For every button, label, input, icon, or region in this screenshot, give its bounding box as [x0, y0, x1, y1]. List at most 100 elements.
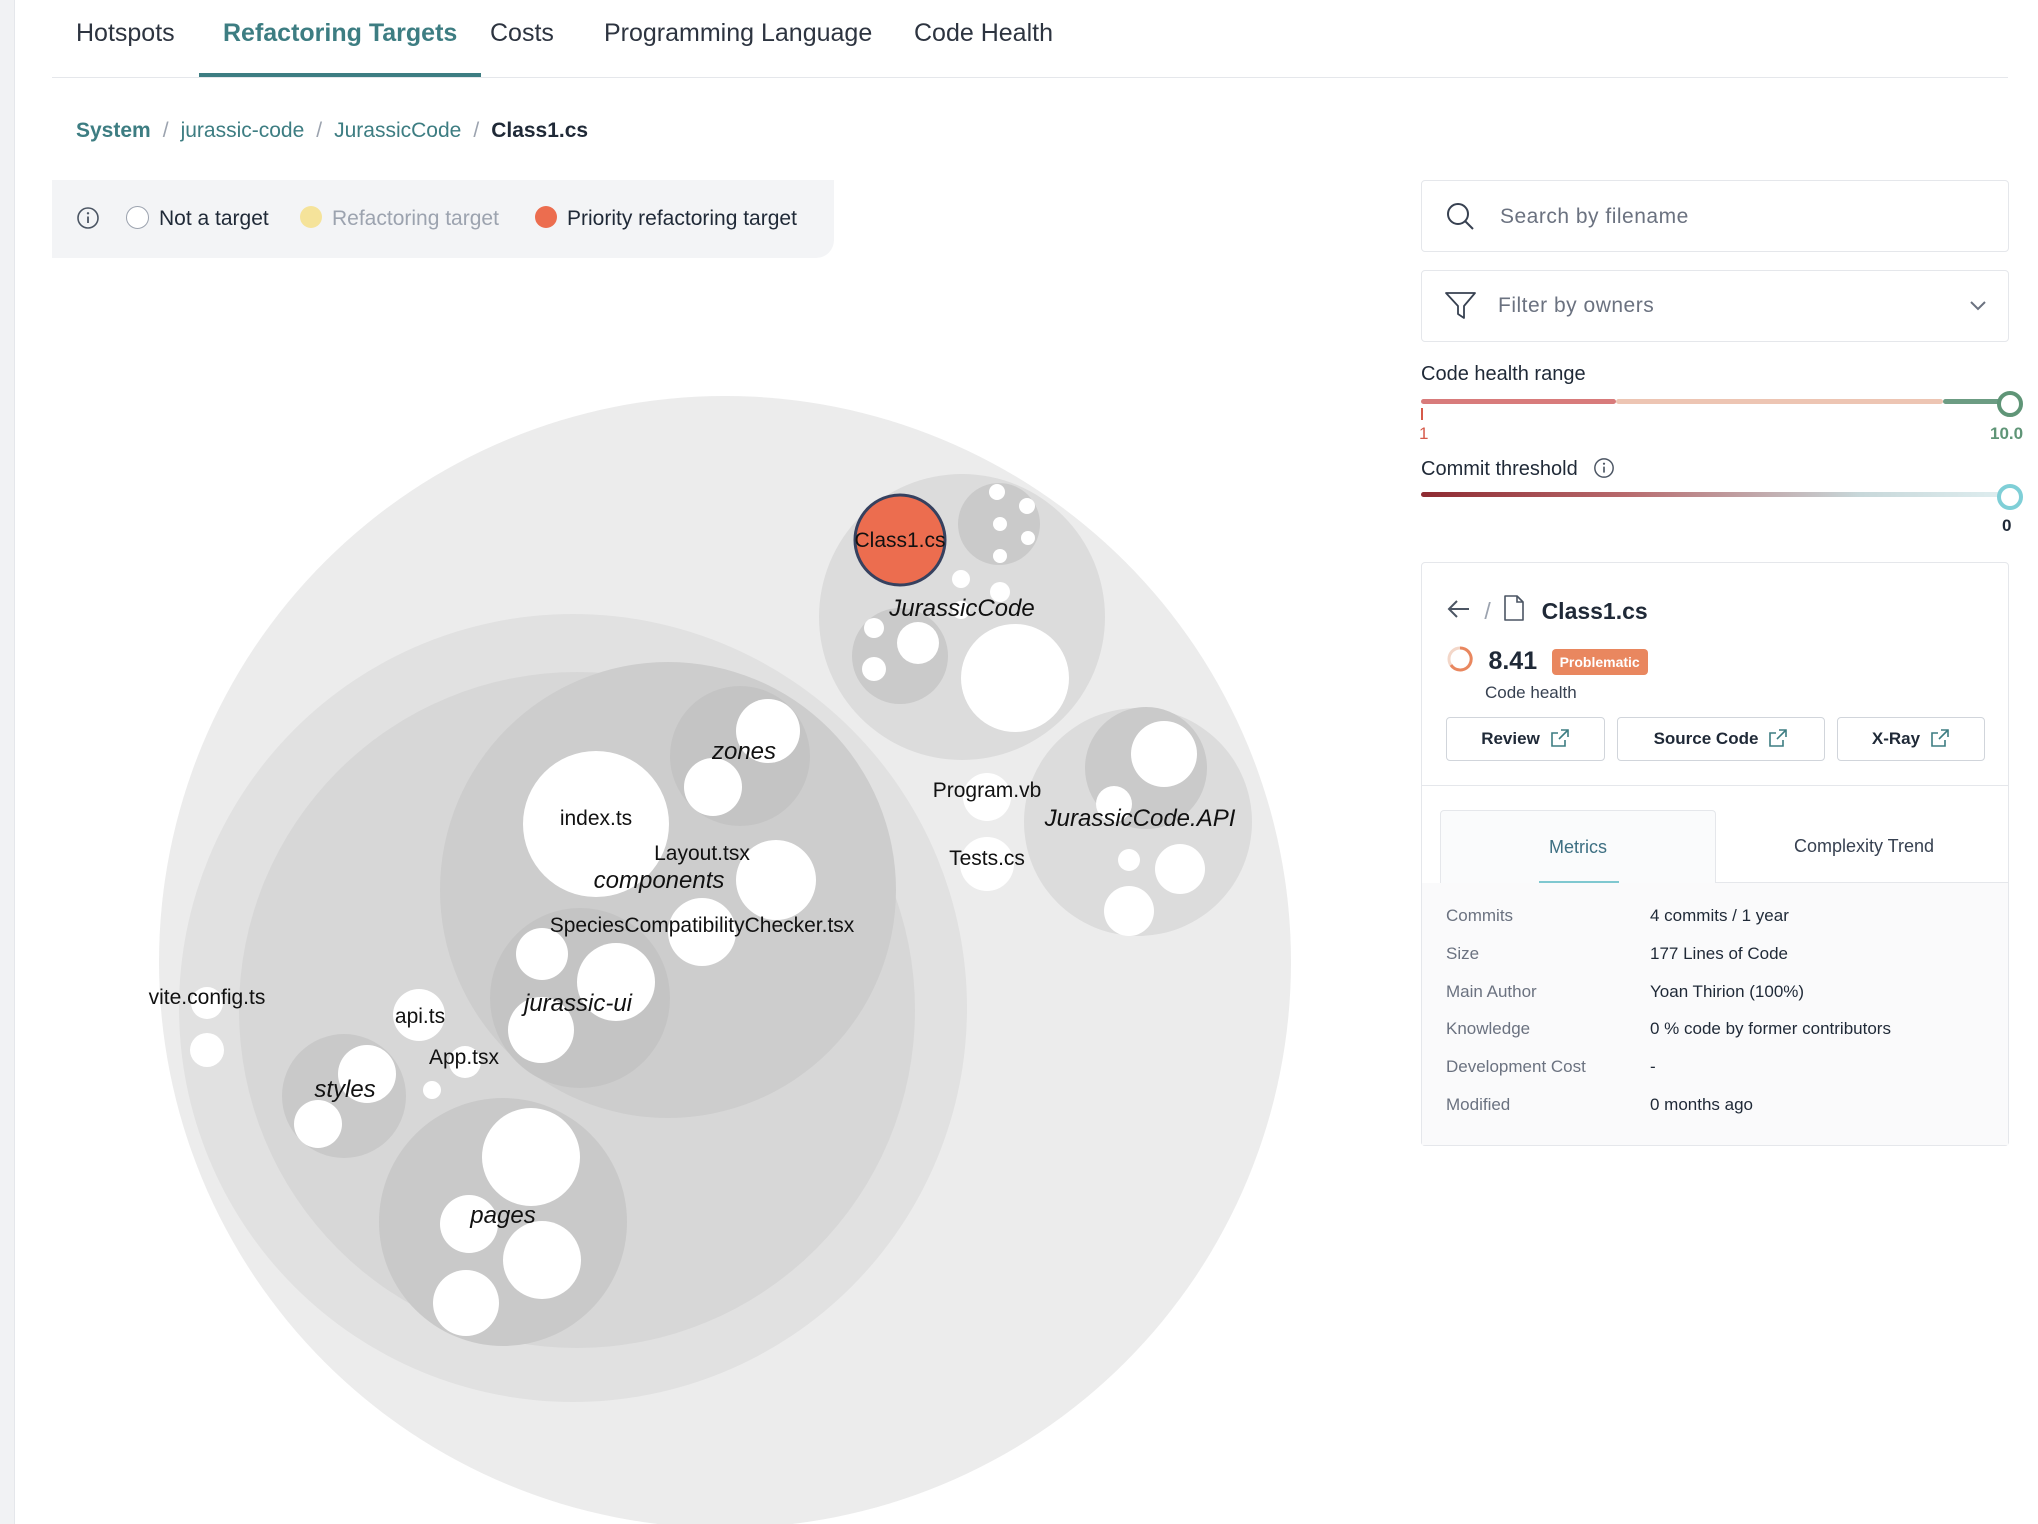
- code-health-value: 8.41: [1488, 647, 1538, 675]
- chevron-down-icon: [1966, 293, 1990, 322]
- file-circle[interactable]: [1131, 721, 1197, 787]
- filter-placeholder: Filter by owners: [1498, 294, 1655, 317]
- file-circle[interactable]: [1104, 886, 1154, 936]
- commit-threshold-handle[interactable]: [1997, 484, 2023, 510]
- file-circle[interactable]: [1021, 531, 1035, 545]
- file-circle[interactable]: [1155, 844, 1205, 894]
- tab-programming-language[interactable]: Programming Language: [580, 0, 896, 76]
- legend-label: Not a target: [159, 207, 269, 230]
- file-detail-card: / Class1.cs 8.41 Problematic Code health…: [1421, 562, 2009, 1146]
- metric-key: Development Cost: [1446, 1057, 1586, 1076]
- file-circle[interactable]: [897, 622, 939, 664]
- label-folder-pages: pages: [469, 1202, 535, 1229]
- breadcrumb-folder[interactable]: JurassicCode: [334, 119, 461, 142]
- metric-value: 177 Lines of Code: [1650, 944, 1788, 963]
- label-api-ts: api.ts: [395, 1005, 445, 1028]
- tab-refactoring-targets[interactable]: Refactoring Targets: [199, 0, 482, 77]
- tab-complexity-trend[interactable]: Complexity Trend: [1730, 810, 1998, 882]
- xray-button-label: X-Ray: [1871, 729, 1921, 748]
- file-circle[interactable]: [294, 1100, 342, 1148]
- external-link-icon: [1931, 728, 1949, 747]
- label-tests-cs: Tests.cs: [949, 847, 1025, 870]
- file-circle[interactable]: [433, 1270, 499, 1336]
- source-code-button[interactable]: Source Code: [1617, 717, 1825, 761]
- search-input[interactable]: [1498, 181, 1942, 253]
- code-health-track-mid: [1616, 399, 1943, 404]
- xray-button[interactable]: X-Ray: [1837, 717, 1985, 761]
- code-health-range-label: Code health range: [1421, 363, 1586, 385]
- file-circle[interactable]: [503, 1221, 581, 1299]
- tab-code-health[interactable]: Code Health: [890, 0, 1077, 76]
- file-circle[interactable]: [989, 484, 1005, 500]
- file-circle[interactable]: [993, 517, 1007, 531]
- label-class1-cs: Class1.cs: [854, 529, 945, 552]
- code-health-max-handle[interactable]: [1997, 391, 2023, 417]
- metric-key: Size: [1446, 944, 1480, 963]
- metric-value: 4 commits / 1 year: [1650, 906, 1789, 925]
- metric-row: Main Author Yoan Thirion (100%): [1446, 977, 1804, 1007]
- metric-row: Knowledge 0 % code by former contributors: [1446, 1014, 1891, 1044]
- metric-key: Knowledge: [1446, 1019, 1531, 1038]
- legend-label: Refactoring target: [332, 207, 499, 230]
- label-index-ts: index.ts: [560, 807, 632, 830]
- commit-threshold-value: 0: [2002, 516, 2012, 535]
- label-folder-zones: zones: [711, 738, 776, 765]
- filter-icon: [1444, 290, 1478, 327]
- file-circle[interactable]: [684, 758, 742, 816]
- file-circle[interactable]: [190, 1033, 224, 1067]
- metric-value: 0 months ago: [1650, 1095, 1754, 1114]
- info-icon[interactable]: [1593, 457, 1615, 485]
- file-circle[interactable]: [1118, 849, 1140, 871]
- tab-metrics[interactable]: Metrics: [1440, 810, 1716, 884]
- file-circle[interactable]: [993, 549, 1007, 563]
- metric-row: Development Cost -: [1446, 1052, 1656, 1082]
- breadcrumb-separator: /: [162, 119, 169, 142]
- code-pack-chart: Class1.cs JurassicCode Program.vb Jurass…: [149, 396, 1291, 1524]
- breadcrumb: System / jurassic-code / JurassicCode / Class1…: [76, 114, 588, 148]
- tab-metrics-label: Metrics: [1549, 837, 1607, 857]
- metrics-table: Commits 4 commits / 1 year Size 177 Lines …: [1422, 883, 2008, 1145]
- file-circle[interactable]: [1019, 498, 1035, 514]
- top-tabs: Hotspots Refactoring Targets Costs Progr…: [52, 0, 2008, 78]
- file-circle[interactable]: [423, 1081, 441, 1099]
- tab-costs[interactable]: Costs: [466, 0, 578, 76]
- file-icon: [1503, 593, 1525, 633]
- breadcrumb-repo[interactable]: jurassic-code: [181, 119, 305, 142]
- metric-key: Main Author: [1446, 982, 1537, 1001]
- breadcrumb-current-file: Class1.cs: [491, 119, 589, 142]
- info-icon[interactable]: [76, 206, 100, 235]
- file-circle[interactable]: [952, 570, 970, 588]
- label-vite-config: vite.config.ts: [149, 986, 266, 1009]
- tab-hotspots[interactable]: Hotspots: [52, 0, 199, 76]
- search-field[interactable]: [1421, 180, 2009, 253]
- code-health-track-low: [1421, 399, 1616, 404]
- back-arrow-icon[interactable]: [1446, 593, 1472, 633]
- metric-value: 0 % code by former contributors: [1650, 1019, 1891, 1038]
- source-code-button-label: Source Code: [1653, 729, 1759, 748]
- legend-priority-refactoring-target: Priority refactoring target: [535, 180, 797, 258]
- file-circle[interactable]: [864, 618, 884, 638]
- file-circle[interactable]: [482, 1108, 580, 1206]
- file-circle[interactable]: [961, 624, 1069, 732]
- external-link-icon: [1769, 728, 1788, 747]
- owner-filter-dropdown[interactable]: Filter by owners: [1421, 270, 2009, 342]
- label-folder-jurassic-ui: jurassic-ui: [521, 990, 633, 1017]
- label-folder-jurassiccode: JurassicCode: [888, 595, 1034, 622]
- breadcrumb-system[interactable]: System: [76, 119, 151, 142]
- header-separator: /: [1484, 598, 1491, 624]
- legend-not-a-target: Not a target: [126, 180, 269, 258]
- label-folder-jurassiccode-api: JurassicCode.API: [1044, 805, 1236, 832]
- metric-key: Modified: [1446, 1095, 1511, 1114]
- commit-threshold-text: Commit threshold: [1421, 458, 1578, 480]
- detail-subtabs: Metrics Complexity Trend: [1440, 810, 2008, 884]
- review-button[interactable]: Review: [1446, 717, 1605, 761]
- external-link-icon: [1550, 728, 1569, 747]
- file-circle[interactable]: [862, 657, 886, 681]
- label-folder-styles: styles: [314, 1076, 375, 1103]
- metric-row: Commits 4 commits / 1 year: [1446, 901, 1789, 931]
- priority-target-dot-icon: [535, 206, 557, 229]
- commit-threshold-label: Commit threshold: [1421, 453, 1615, 481]
- metric-value: Yoan Thirion (100%): [1650, 982, 1805, 1001]
- not-a-target-dot-icon: [126, 205, 149, 229]
- search-icon: [1444, 200, 1476, 237]
